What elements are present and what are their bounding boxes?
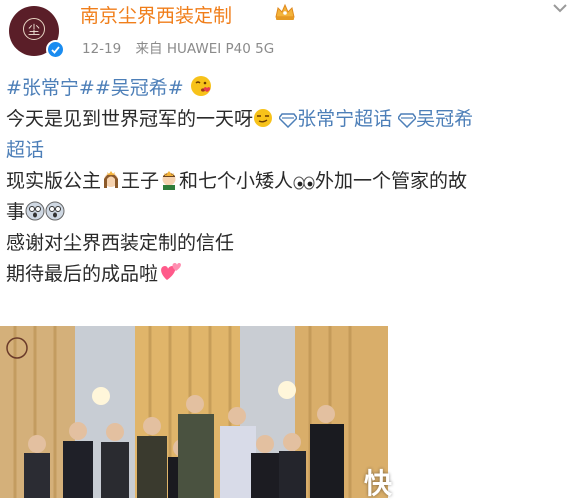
brand-seal-icon: 尘 <box>23 18 45 40</box>
princess-emoji-icon <box>104 171 119 188</box>
post-date: 12-19 <box>82 41 122 57</box>
two-hearts-icon <box>161 263 181 280</box>
kiss-emoji-icon <box>190 76 211 96</box>
shocked-emoji-icon <box>45 201 65 221</box>
post-text: 现实版公主 <box>6 170 102 192</box>
verified-badge-icon <box>46 40 65 59</box>
post-line: 今天是见到世界冠军的一天呀 张常宁超话 吴冠希 <box>6 104 576 135</box>
post-line: 感谢对尘界西装定制的信任 <box>6 228 576 259</box>
supertopic-link[interactable]: 吴冠希 <box>398 108 473 130</box>
chevron-down-icon[interactable] <box>552 2 568 14</box>
post-text: 今天是见到世界冠军的一天呀 <box>6 108 254 130</box>
supertopic-link[interactable]: 张常宁超话 <box>279 108 392 130</box>
post-line: 事 <box>6 197 576 228</box>
post-text: 事 <box>6 201 26 223</box>
smirk-emoji-icon <box>254 109 273 127</box>
supertopic-link-cont[interactable]: 超话 <box>6 139 44 161</box>
hashtag-link[interactable]: #张常宁# <box>6 77 95 99</box>
post-meta: 12-19 来自 HUAWEI P40 5G <box>82 37 284 57</box>
eyes-emoji-icon <box>293 176 315 190</box>
post-text: 和七个小矮人 <box>179 170 294 192</box>
diamond-icon <box>279 113 298 128</box>
post-line: 期待最后的成品啦 <box>6 259 576 290</box>
hashtag-link[interactable]: #吴冠希# <box>95 77 184 99</box>
post-text: 王子 <box>121 170 160 192</box>
app-watermark: 快 <box>364 467 393 500</box>
shocked-emoji-icon <box>25 201 45 221</box>
post-image[interactable] <box>0 326 388 498</box>
post-text: 期待最后的成品啦 <box>6 263 159 285</box>
supertopic-label: 张常宁超话 <box>297 108 393 130</box>
group-photo-image <box>0 326 388 498</box>
supertopic-label: 吴冠希 <box>416 108 474 130</box>
diamond-icon <box>398 113 417 128</box>
crown-icon <box>275 3 295 20</box>
post-text: 感谢对尘界西装定制的信任 <box>6 232 235 254</box>
hashtag-line: #张常宁##吴冠希# <box>6 73 576 104</box>
prince-emoji-icon <box>162 171 176 190</box>
post-text: 外加一个管家的故 <box>315 170 468 192</box>
post-content: #张常宁##吴冠希# 今天是见到世界冠军的一天呀 张常宁超话 吴冠希 超话 现实… <box>6 73 576 290</box>
post-source: 来自 HUAWEI P40 5G <box>135 41 275 57</box>
username[interactable]: 南京尘界西装定制 <box>80 1 232 28</box>
post-line: 现实版公主 王子 和七个小矮人 外加一个管家的故 <box>6 166 576 197</box>
post-line: 超话 <box>6 135 576 166</box>
